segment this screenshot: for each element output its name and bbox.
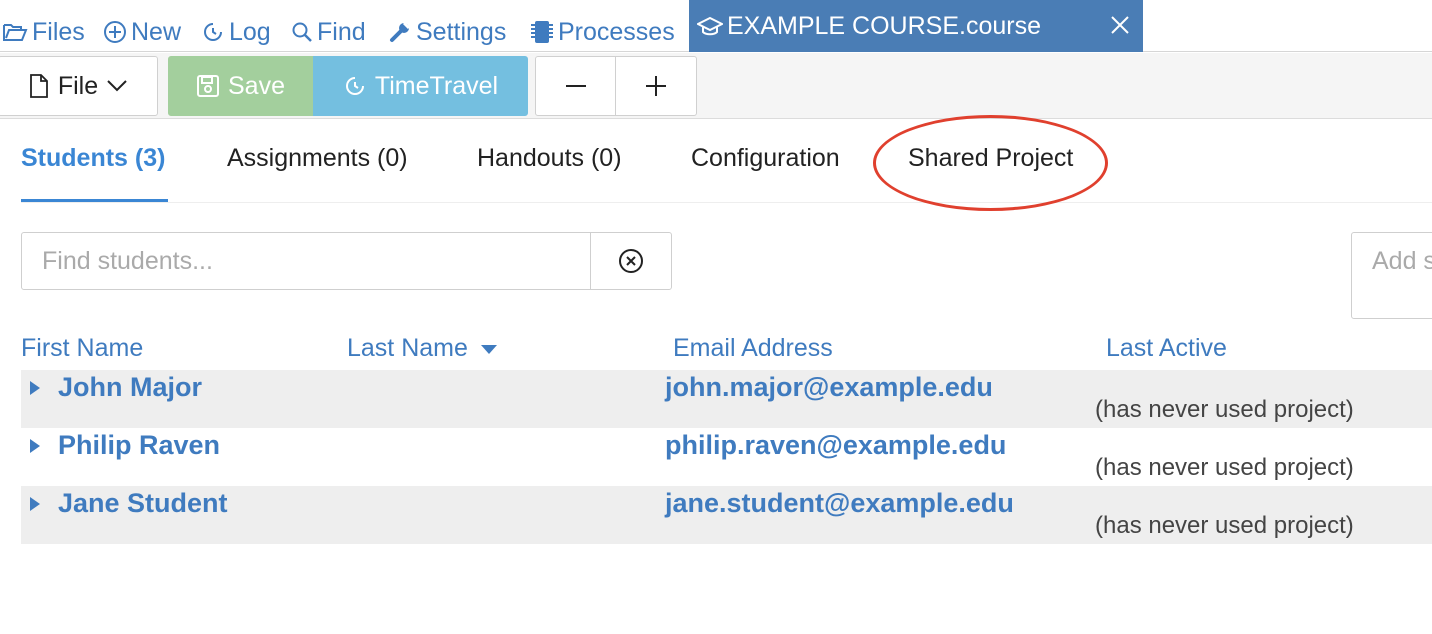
save-button[interactable]: Save (168, 56, 313, 116)
student-email[interactable]: jane.student@example.edu (665, 488, 1014, 519)
history-icon (204, 23, 222, 41)
timetravel-button[interactable]: TimeTravel (313, 56, 528, 116)
tab-assignments[interactable]: Assignments (0) (227, 144, 408, 173)
nav-processes[interactable]: Processes (530, 14, 675, 50)
zoom-in-button[interactable] (615, 56, 697, 116)
column-header-last-name[interactable]: Last Name (347, 334, 498, 363)
nav-settings-label: Settings (416, 17, 507, 46)
zoom-out-button[interactable] (535, 56, 616, 116)
student-last-active: (has never used project) (1095, 454, 1354, 481)
student-email[interactable]: john.major@example.edu (665, 372, 993, 403)
nav-find-label: Find (317, 17, 366, 46)
add-students-input[interactable]: Add s (1351, 232, 1432, 319)
email-label: Email Address (673, 334, 833, 362)
student-name[interactable]: John Major (58, 372, 202, 403)
last-active-label: Last Active (1106, 334, 1227, 362)
nav-log-label: Log (229, 17, 271, 46)
student-name[interactable]: Philip Raven (58, 430, 220, 461)
nav-settings[interactable]: Settings (388, 14, 506, 50)
last-name-label: Last Name (347, 334, 468, 362)
toolbar: File Save TimeTravel (0, 53, 1432, 119)
active-tab-indicator (21, 199, 168, 202)
wrench-icon (390, 21, 411, 42)
nav-log[interactable]: Log (201, 14, 271, 50)
caret-right-icon[interactable] (29, 380, 41, 396)
search-icon (292, 22, 312, 42)
sort-down-icon (480, 344, 497, 354)
add-students-placeholder: Add s (1372, 247, 1432, 275)
table-row[interactable]: Jane Student jane.student@example.edu (h… (21, 486, 1432, 544)
file-icon (29, 74, 48, 98)
table-row[interactable]: John Major john.major@example.edu (has n… (21, 370, 1432, 428)
file-menu-label: File (57, 71, 99, 100)
student-email[interactable]: philip.raven@example.edu (665, 430, 1006, 461)
microchip-icon (531, 21, 553, 43)
tab-students[interactable]: Students (3) (21, 144, 165, 173)
first-name-label: First Name (21, 334, 144, 362)
caret-right-icon[interactable] (29, 496, 41, 512)
column-header-email[interactable]: Email Address (673, 334, 833, 363)
tab-shared-project[interactable]: Shared Project (908, 144, 1073, 173)
course-file-tab-label: EXAMPLE COURSE.course (727, 11, 1041, 40)
course-file-tab[interactable]: EXAMPLE COURSE.course (689, 0, 1143, 52)
search-input[interactable] (21, 232, 591, 290)
column-header-first-name[interactable]: First Name (21, 334, 143, 363)
close-circle-icon (619, 249, 643, 273)
folder-open-icon (3, 24, 28, 41)
nav-new-label: New (131, 17, 182, 46)
clear-search-button[interactable] (590, 232, 672, 290)
save-icon (197, 75, 219, 97)
plus-circle-icon (104, 21, 126, 43)
column-header-last-active[interactable]: Last Active (1106, 334, 1227, 363)
student-name[interactable]: Jane Student (58, 488, 228, 519)
timetravel-label: TimeTravel (374, 71, 499, 100)
student-last-active: (has never used project) (1095, 512, 1354, 539)
course-subtabs: Students (3) Assignments (0) Handouts (0… (21, 130, 1432, 203)
close-icon[interactable] (1107, 12, 1133, 38)
top-nav: Files New Log Find Settings Processes EX… (0, 0, 1432, 52)
chevron-down-icon (107, 80, 127, 92)
graduation-cap-icon (697, 15, 723, 37)
table-row[interactable]: Philip Raven philip.raven@example.edu (h… (21, 428, 1432, 486)
nav-files[interactable]: Files (2, 14, 85, 50)
nav-processes-label: Processes (558, 17, 675, 46)
plus-icon (646, 76, 666, 96)
caret-right-icon[interactable] (29, 438, 41, 454)
nav-find[interactable]: Find (291, 14, 366, 50)
nav-new[interactable]: New (103, 14, 181, 50)
minus-icon (565, 85, 586, 87)
save-label: Save (228, 71, 285, 100)
student-last-active: (has never used project) (1095, 396, 1354, 423)
file-menu-button[interactable]: File (0, 56, 158, 116)
tab-handouts[interactable]: Handouts (0) (477, 144, 622, 173)
history-icon (345, 77, 364, 95)
tab-configuration[interactable]: Configuration (691, 144, 840, 173)
nav-files-label: Files (32, 17, 85, 46)
